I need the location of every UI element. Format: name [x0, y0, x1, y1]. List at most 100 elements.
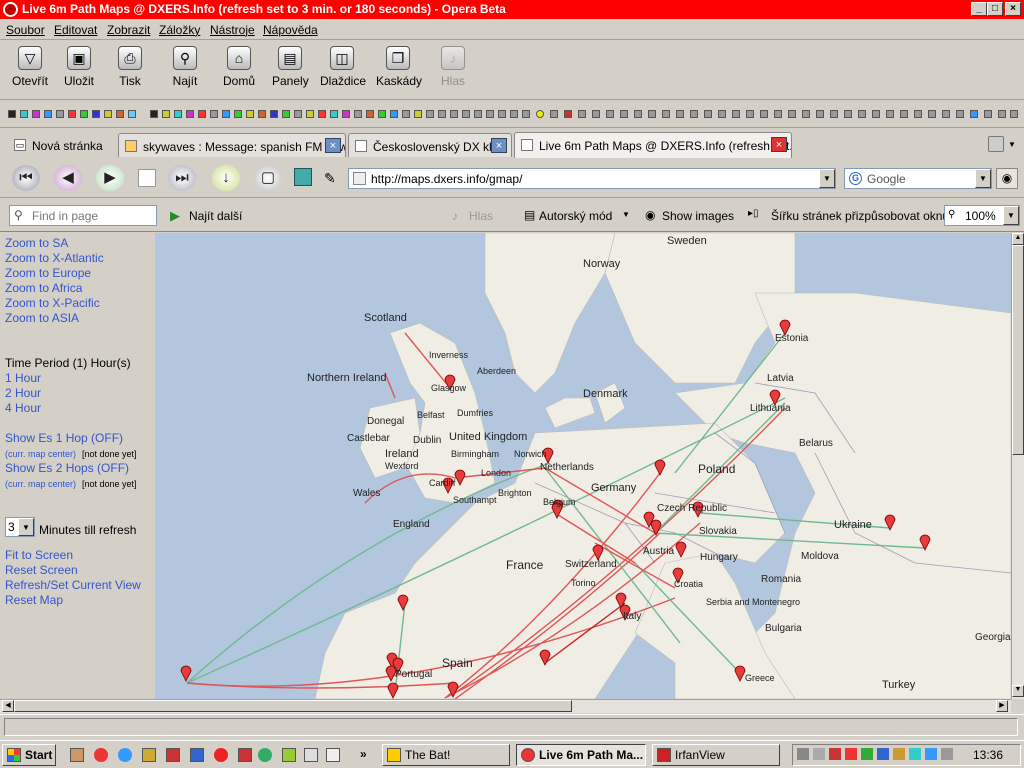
smiley-icon[interactable] [536, 110, 544, 118]
bookmark-icon[interactable] [760, 110, 768, 118]
bookmark-icon[interactable] [774, 110, 782, 118]
bookmark-icon[interactable] [414, 110, 422, 118]
bookmark-icon[interactable] [318, 110, 326, 118]
menu-file[interactable]: Soubor [6, 23, 45, 37]
close-tab-icon[interactable]: × [491, 138, 507, 153]
menu-edit[interactable]: Editovat [54, 23, 97, 37]
close-button[interactable]: × [1005, 2, 1021, 16]
bookmark-icon[interactable] [928, 110, 936, 118]
cascade-button[interactable]: ❐ Kaskády [376, 46, 422, 88]
tray-icon[interactable] [877, 748, 889, 760]
hour-4-link[interactable]: 4 Hour [5, 401, 41, 415]
bookmark-icon[interactable] [522, 110, 530, 118]
curr-map-center-link[interactable]: (curr. map center) [5, 449, 76, 459]
scroll-right-icon[interactable]: ▶ [996, 700, 1008, 712]
edit-icon[interactable]: ✎ [324, 170, 336, 187]
panels-button[interactable]: ▤ Panely [272, 46, 309, 88]
refresh-view-link[interactable]: Refresh/Set Current View [5, 578, 141, 592]
reset-map-link[interactable]: Reset Map [5, 593, 63, 607]
scroll-up-icon[interactable]: ▲ [1012, 233, 1024, 245]
menu-tools[interactable]: Nástroje [210, 23, 255, 37]
tab-new-page[interactable]: ▭ Nová stránka [8, 133, 116, 157]
bookmark-icon[interactable] [174, 110, 182, 118]
bookmark-icon[interactable] [844, 110, 852, 118]
bookmark-icon[interactable] [942, 110, 950, 118]
tab-6m-path-maps[interactable]: Live 6m Path Maps @ DXERS.Info (refresh … [514, 132, 792, 158]
bookmark-icon[interactable] [128, 110, 136, 118]
bookmark-icon[interactable] [258, 110, 266, 118]
quicklaunch-icon[interactable] [238, 748, 252, 762]
bookmark-icon[interactable] [662, 110, 670, 118]
chevron-down-icon[interactable]: ▼ [1003, 206, 1019, 225]
find-in-page-input[interactable]: ⚲ Find in page [9, 205, 157, 226]
bookmark-icon[interactable] [498, 110, 506, 118]
curr-map-center-link[interactable]: (curr. map center) [5, 479, 76, 489]
find-button[interactable]: ⚲ Najít [170, 46, 200, 88]
bookmark-icon[interactable] [620, 110, 628, 118]
chevron-down-icon[interactable]: ▼ [18, 518, 34, 536]
chevron-down-icon[interactable]: ▼ [622, 210, 630, 219]
rewind-button[interactable]: ⏮ [12, 165, 40, 191]
task-irfanview[interactable]: IrfanView [652, 744, 780, 766]
bookmark-icon[interactable] [746, 110, 754, 118]
bookmark-icon[interactable] [56, 110, 64, 118]
author-mode-button[interactable]: Autorský mód [539, 209, 612, 223]
bookmark-icon[interactable] [676, 110, 684, 118]
bookmark-icon[interactable] [378, 110, 386, 118]
show-images-button[interactable]: Show images [662, 209, 734, 223]
forward-button[interactable]: ▶ [96, 165, 124, 191]
bookmark-icon[interactable] [186, 110, 194, 118]
bookmark-icon[interactable] [116, 110, 124, 118]
bookmark-icon[interactable] [438, 110, 446, 118]
bookmark-icon[interactable] [592, 110, 600, 118]
menu-view[interactable]: Zobrazit [107, 23, 150, 37]
open-button[interactable]: ▽ Otevřít [12, 46, 48, 88]
quicklaunch-icon[interactable] [166, 748, 180, 762]
bookmark-icon[interactable] [648, 110, 656, 118]
address-field[interactable]: http://maps.dxers.info/gmap/ ▼ [348, 168, 836, 189]
start-button[interactable]: Start [2, 744, 56, 766]
bookmark-icon[interactable] [330, 110, 338, 118]
scroll-left-icon[interactable]: ◀ [2, 700, 14, 712]
vertical-scrollbar[interactable]: ▲ ▼ [1011, 233, 1024, 699]
home-icon[interactable]: ▢ [254, 165, 282, 191]
bookmark-icon[interactable] [402, 110, 410, 118]
personal-bar-handle-icon[interactable] [150, 110, 158, 118]
wand-icon[interactable] [294, 168, 312, 186]
es-2-hops-link[interactable]: Show Es 2 Hops (OFF) [5, 461, 129, 475]
bookmark-icon[interactable] [246, 110, 254, 118]
tab-skywaves[interactable]: skywaves : Message: spanish FM now × [118, 133, 346, 157]
bookmark-icon[interactable] [886, 110, 894, 118]
quicklaunch-icon[interactable] [142, 748, 156, 762]
quicklaunch-icon[interactable] [190, 748, 204, 762]
map-view[interactable]: Sweden Norway Scotland Inverness Aberdee… [155, 233, 1011, 699]
fast-forward-button[interactable]: ⏭ [168, 165, 196, 191]
bookmark-icon[interactable] [956, 110, 964, 118]
bookmark-icon[interactable] [282, 110, 290, 118]
bookmark-icon[interactable] [306, 110, 314, 118]
bookmark-icon[interactable] [462, 110, 470, 118]
menu-help[interactable]: Nápověda [263, 23, 318, 37]
zoom-select[interactable]: ⚲ 100% ▼ [944, 205, 1020, 226]
bookmark-icon[interactable] [914, 110, 922, 118]
zoom-x-pacific-link[interactable]: Zoom to X-Pacific [5, 296, 100, 310]
bookmark-icon[interactable] [44, 110, 52, 118]
bookmark-icon[interactable] [450, 110, 458, 118]
bookmark-icon[interactable] [564, 110, 572, 118]
globe-icon[interactable] [258, 748, 272, 762]
bookmark-icon[interactable] [354, 110, 362, 118]
eye-icon[interactable]: ◉ [996, 168, 1018, 189]
minimize-button[interactable]: _ [971, 2, 987, 16]
bookmark-icon[interactable] [222, 110, 230, 118]
bookmark-icon[interactable] [998, 110, 1006, 118]
bookmark-icon[interactable] [92, 110, 100, 118]
menu-bookmarks[interactable]: Záložky [159, 23, 200, 37]
bookmark-icon[interactable] [486, 110, 494, 118]
bookmark-icon[interactable] [578, 110, 586, 118]
hour-2-link[interactable]: 2 Hour [5, 386, 41, 400]
address-dropdown-button[interactable]: ▼ [819, 169, 835, 188]
close-tab-icon[interactable]: × [325, 138, 341, 153]
bookmark-icon[interactable] [802, 110, 810, 118]
bookmark-icon[interactable] [984, 110, 992, 118]
ie-icon[interactable] [118, 748, 132, 762]
